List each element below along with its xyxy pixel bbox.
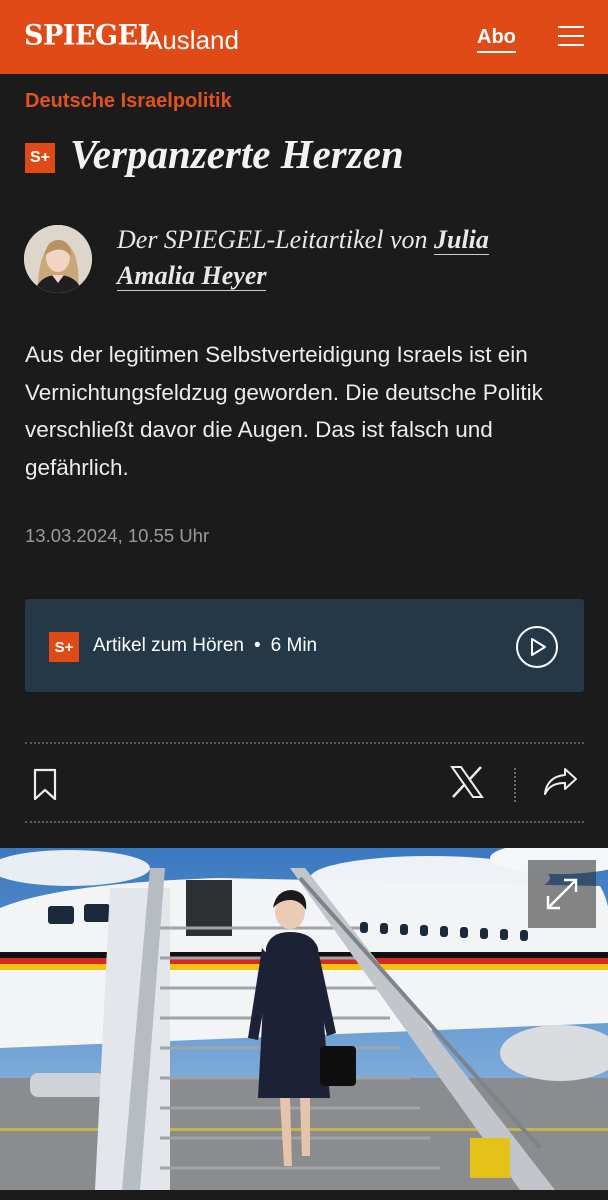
play-icon[interactable] [516, 626, 558, 668]
abo-link[interactable]: Abo [477, 26, 516, 53]
article-headline: Verpanzerte Herzen [70, 131, 404, 177]
section-name[interactable]: Ausland [145, 25, 239, 56]
byline: Der SPIEGEL-Leitartikel von Julia Amalia… [117, 222, 557, 294]
hamburger-menu-icon[interactable] [558, 26, 584, 46]
article-teaser: Aus der legitimen Selbstverteidigung Isr… [25, 342, 543, 480]
x-share-icon[interactable] [450, 766, 484, 798]
publish-date: 13.03.2024, 10.55 Uhr [25, 525, 210, 546]
spiegel-logo[interactable]: SPIEGEL [24, 19, 157, 52]
author-avatar[interactable] [24, 225, 92, 293]
audio-label: Artikel zum Hören • 6 Min [93, 635, 317, 657]
audio-separator: • [254, 635, 261, 656]
share-arrow-icon[interactable] [543, 766, 579, 798]
spiegel-plus-badge: S+ [25, 143, 55, 173]
audio-duration: 6 Min [270, 635, 318, 656]
audio-title: Artikel zum Hören [93, 635, 244, 656]
divider-top [25, 742, 584, 744]
expand-icon[interactable] [528, 860, 596, 928]
bookmark-icon[interactable] [33, 768, 57, 802]
byline-prefix: Der SPIEGEL-Leitartikel von [117, 225, 428, 254]
article-kicker: Deutsche Israelpolitik [25, 90, 232, 112]
article-photo[interactable] [0, 848, 608, 1190]
listen-to-article-box[interactable]: S+ Artikel zum Hören • 6 Min [25, 599, 584, 692]
divider-bottom [25, 821, 584, 823]
action-separator [514, 768, 516, 802]
spiegel-plus-badge: S+ [49, 632, 79, 662]
top-navigation-bar: SPIEGEL Ausland Abo [0, 0, 608, 74]
